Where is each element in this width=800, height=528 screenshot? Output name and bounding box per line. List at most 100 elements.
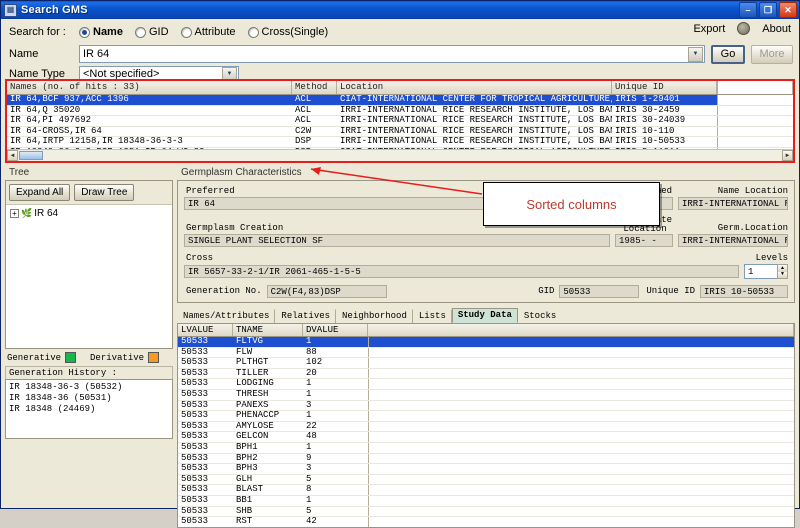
- table-row[interactable]: 50533 GELCON 48: [178, 432, 794, 443]
- table-row[interactable]: 50533 AMYLOSE 22: [178, 422, 794, 433]
- levels-input[interactable]: 1: [744, 264, 778, 279]
- about-button[interactable]: About: [762, 23, 791, 35]
- table-row[interactable]: 50533 BLAST 8: [178, 485, 794, 496]
- cell-lvalue: 50533: [178, 496, 233, 506]
- table-row[interactable]: IR 64,PI 497692 ACL IRRI-INTERNATIONAL R…: [7, 116, 793, 127]
- table-row[interactable]: 50533 PANEXS 3: [178, 401, 794, 412]
- gear-icon[interactable]: [737, 22, 750, 35]
- column-header-lvalue[interactable]: LVALUE: [178, 324, 233, 336]
- table-row[interactable]: IR 64-CROSS,IR 64 C2W IRRI-INTERNATIONAL…: [7, 127, 793, 138]
- cell-dvalue: 88: [303, 348, 368, 358]
- stepper-down-icon[interactable]: ▼: [778, 272, 787, 279]
- table-row[interactable]: 50533 PLTHGT 102: [178, 358, 794, 369]
- name-location-field[interactable]: IRRI-INTERNATIONAL RICE RE: [678, 197, 788, 210]
- table-row[interactable]: 50533 PHENACCP 1: [178, 411, 794, 422]
- germ-date-field[interactable]: 1985- -: [615, 234, 673, 247]
- gid-field[interactable]: 50533: [559, 285, 639, 298]
- table-row[interactable]: 50533 LODGING 1: [178, 379, 794, 390]
- germplasm-creation-field[interactable]: SINGLE PLANT SELECTION SF: [184, 234, 610, 247]
- list-item[interactable]: IR 18348-36-3 (50532): [9, 382, 169, 393]
- table-row[interactable]: IR 64,IRTP 12158,IR 18348-36-3-3 DSP IRR…: [7, 137, 793, 148]
- radio-dot-icon: [248, 27, 259, 38]
- minimize-button[interactable]: –: [739, 2, 757, 18]
- expand-icon[interactable]: +: [10, 209, 19, 218]
- cell-blank: [368, 411, 794, 421]
- table-row[interactable]: IR 64,BCF 937,ACC 1396 ACL CIAT-INTERNAT…: [7, 95, 793, 106]
- generation-no-field[interactable]: C2W(F4,83)DSP: [267, 285, 387, 298]
- table-row[interactable]: 50533 BPH1 1: [178, 443, 794, 454]
- close-button[interactable]: ✕: [779, 2, 797, 18]
- tab-names-attributes[interactable]: Names/Attributes: [177, 309, 275, 323]
- cell-lvalue: 50533: [178, 485, 233, 495]
- search-panel: Export About Search for : Name GID Attri…: [1, 19, 799, 77]
- radio-attribute[interactable]: Attribute: [181, 26, 236, 38]
- generation-history-list[interactable]: IR 18348-36-3 (50532) IR 18348-36 (50531…: [5, 379, 173, 439]
- table-row[interactable]: 50533 THRESH 1: [178, 390, 794, 401]
- export-button[interactable]: Export: [693, 23, 725, 35]
- table-row[interactable]: 50533 TILLER 20: [178, 369, 794, 380]
- column-header-location[interactable]: Location: [337, 81, 612, 94]
- cell-blank: [368, 454, 794, 464]
- name-input-value: IR 64: [80, 48, 688, 60]
- table-row[interactable]: 50533 FLTVG 1: [178, 337, 794, 348]
- column-header-method[interactable]: Method: [292, 81, 337, 94]
- column-header-dvalue[interactable]: DVALUE: [303, 324, 368, 336]
- tab-study-data[interactable]: Study Data: [452, 308, 518, 323]
- column-header-unique-id[interactable]: Unique ID: [612, 81, 717, 94]
- cell-lvalue: 50533: [178, 517, 233, 527]
- study-data-header[interactable]: LVALUE TNAME DVALUE: [178, 324, 794, 337]
- chevron-down-icon[interactable]: ▼: [688, 47, 703, 62]
- table-row[interactable]: 50533 GLH 5: [178, 475, 794, 486]
- radio-cross-single-label: Cross(Single): [262, 26, 329, 38]
- results-horizontal-scrollbar[interactable]: ◄ ►: [7, 149, 793, 161]
- go-button[interactable]: Go: [711, 45, 745, 64]
- radio-name[interactable]: Name: [79, 26, 123, 38]
- tree-node-root[interactable]: + 🌿 IR 64: [6, 205, 172, 219]
- tab-relatives[interactable]: Relatives: [275, 309, 336, 323]
- scroll-right-icon[interactable]: ►: [782, 150, 793, 161]
- list-item[interactable]: IR 18348-36 (50531): [9, 393, 169, 404]
- cell-lvalue: 50533: [178, 443, 233, 453]
- study-data-table[interactable]: LVALUE TNAME DVALUE 50533 FLTVG 1 50533 …: [177, 323, 795, 528]
- cell-tname: GELCON: [233, 432, 303, 442]
- results-grid-header[interactable]: Names (no. of hits : 33) Method Location…: [7, 81, 793, 95]
- results-grid[interactable]: Names (no. of hits : 33) Method Location…: [7, 81, 793, 161]
- tab-stocks[interactable]: Stocks: [518, 309, 562, 323]
- table-row[interactable]: 50533 FLW 88: [178, 348, 794, 359]
- maximize-button[interactable]: ❐: [759, 2, 777, 18]
- callout-text: Sorted columns: [526, 197, 616, 212]
- cell-method: ACL: [292, 106, 337, 116]
- levels-stepper[interactable]: ▲ ▼: [777, 264, 788, 279]
- tree-view[interactable]: Expand All Draw Tree + 🌿 IR 64: [5, 180, 173, 349]
- tab-lists[interactable]: Lists: [413, 309, 452, 323]
- window-controls: – ❐ ✕: [739, 2, 797, 18]
- cell-unique-id: IRIS 30-2459: [612, 106, 717, 116]
- cross-field[interactable]: IR 5657-33-2-1/IR 2061-465-1-5-5: [184, 265, 739, 278]
- cell-lvalue: 50533: [178, 337, 233, 347]
- table-row[interactable]: 50533 BPH2 9: [178, 454, 794, 465]
- cell-unique-id: IRIS 10-50533: [612, 137, 717, 147]
- scrollbar-thumb[interactable]: [19, 151, 43, 160]
- name-input[interactable]: IR 64 ▼: [79, 45, 705, 63]
- tree-panel: Tree Expand All Draw Tree + 🌿 IR 64 Gene…: [5, 166, 173, 528]
- table-row[interactable]: 50533 BPH3 3: [178, 464, 794, 475]
- table-row[interactable]: 50533 SHB 5: [178, 507, 794, 518]
- table-row[interactable]: 50533 RST 42: [178, 517, 794, 528]
- germ-location-field[interactable]: IRRI-INTERNATIONAL RICE RE: [678, 234, 788, 247]
- cell-blank: [717, 116, 793, 126]
- tab-neighborhood[interactable]: Neighborhood: [336, 309, 413, 323]
- list-item[interactable]: IR 18348 (24469): [9, 404, 169, 415]
- column-header-names[interactable]: Names (no. of hits : 33): [7, 81, 292, 94]
- draw-tree-button[interactable]: Draw Tree: [74, 184, 134, 201]
- column-header-tname[interactable]: TNAME: [233, 324, 303, 336]
- radio-cross-single[interactable]: Cross(Single): [248, 26, 329, 38]
- window-title: Search GMS: [21, 4, 739, 16]
- unique-id-field[interactable]: IRIS 10-50533: [700, 285, 788, 298]
- expand-all-button[interactable]: Expand All: [9, 184, 70, 201]
- scroll-left-icon[interactable]: ◄: [7, 150, 18, 161]
- radio-gid[interactable]: GID: [135, 26, 169, 38]
- cell-tname: TILLER: [233, 369, 303, 379]
- cell-tname: PLTHGT: [233, 358, 303, 368]
- table-row[interactable]: IR 64,Q 35020 ACL IRRI-INTERNATIONAL RIC…: [7, 106, 793, 117]
- table-row[interactable]: 50533 BB1 1: [178, 496, 794, 507]
